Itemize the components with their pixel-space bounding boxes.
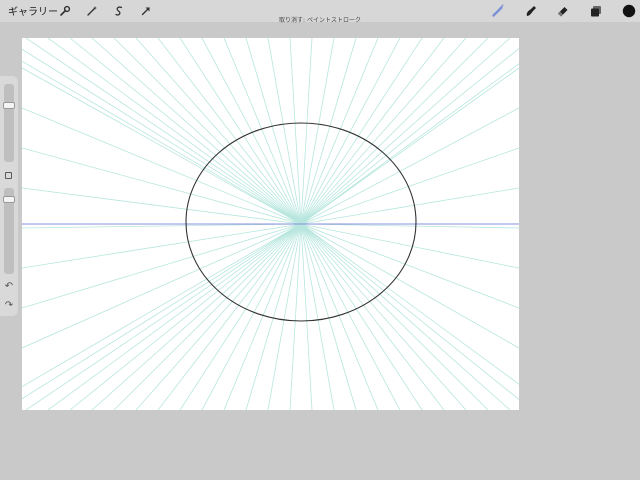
perspective-ray — [179, 223, 302, 410]
eraser-icon[interactable] — [554, 2, 572, 20]
perspective-ray — [300, 223, 423, 410]
perspective-ray — [22, 223, 302, 229]
perspective-ray — [25, 223, 302, 410]
active-color-icon — [622, 4, 636, 18]
undo-notice: 取り消す: ペイントストローク — [279, 17, 361, 24]
perspective-ray — [201, 223, 302, 410]
brush-size-slider[interactable] — [3, 84, 15, 162]
perspective-ray — [47, 223, 302, 410]
opacity-thumb[interactable] — [3, 196, 15, 203]
perspective-ray — [300, 38, 423, 225]
canvas-drawing — [22, 38, 519, 410]
perspective-ray — [300, 47, 519, 225]
perspective-ray — [300, 38, 445, 225]
drawing-canvas[interactable] — [22, 38, 519, 410]
perspective-ray — [300, 38, 313, 225]
perspective-ray — [135, 38, 302, 225]
perspective-ray — [300, 38, 401, 225]
left-sidebar: ↶ ↷ — [0, 76, 18, 316]
perspective-ray — [300, 147, 519, 225]
perspective-ray — [22, 223, 302, 349]
perspective-ray — [300, 223, 519, 229]
perspective-ray — [300, 107, 519, 225]
smudge-icon[interactable] — [522, 2, 540, 20]
brush-icon[interactable] — [489, 2, 507, 20]
perspective-ray — [300, 38, 467, 225]
redo-icon[interactable]: ↷ — [3, 300, 15, 312]
perspective-ray — [289, 38, 302, 225]
perspective-ray — [157, 38, 302, 225]
brush-size-thumb[interactable] — [3, 102, 15, 109]
opacity-slider[interactable] — [3, 188, 15, 274]
perspective-ray — [69, 223, 302, 410]
perspective-ray — [300, 63, 519, 225]
undo-icon[interactable]: ↶ — [3, 281, 15, 293]
perspective-ray — [300, 38, 511, 225]
perspective-ray — [25, 38, 302, 225]
perspective-ray — [22, 107, 302, 225]
color-swatch[interactable] — [620, 2, 638, 20]
layers-icon[interactable] — [587, 2, 605, 20]
modify-button[interactable] — [5, 172, 12, 179]
perspective-ray — [289, 223, 302, 410]
perspective-ray — [135, 223, 302, 410]
perspective-ray — [69, 38, 302, 225]
top-toolbar: ギャラリー 取り消す: ペイントストローク — [0, 0, 640, 24]
perspective-ray — [300, 223, 313, 410]
perspective-ray — [300, 187, 519, 225]
perspective-ray — [91, 38, 302, 225]
perspective-ray — [157, 223, 302, 410]
